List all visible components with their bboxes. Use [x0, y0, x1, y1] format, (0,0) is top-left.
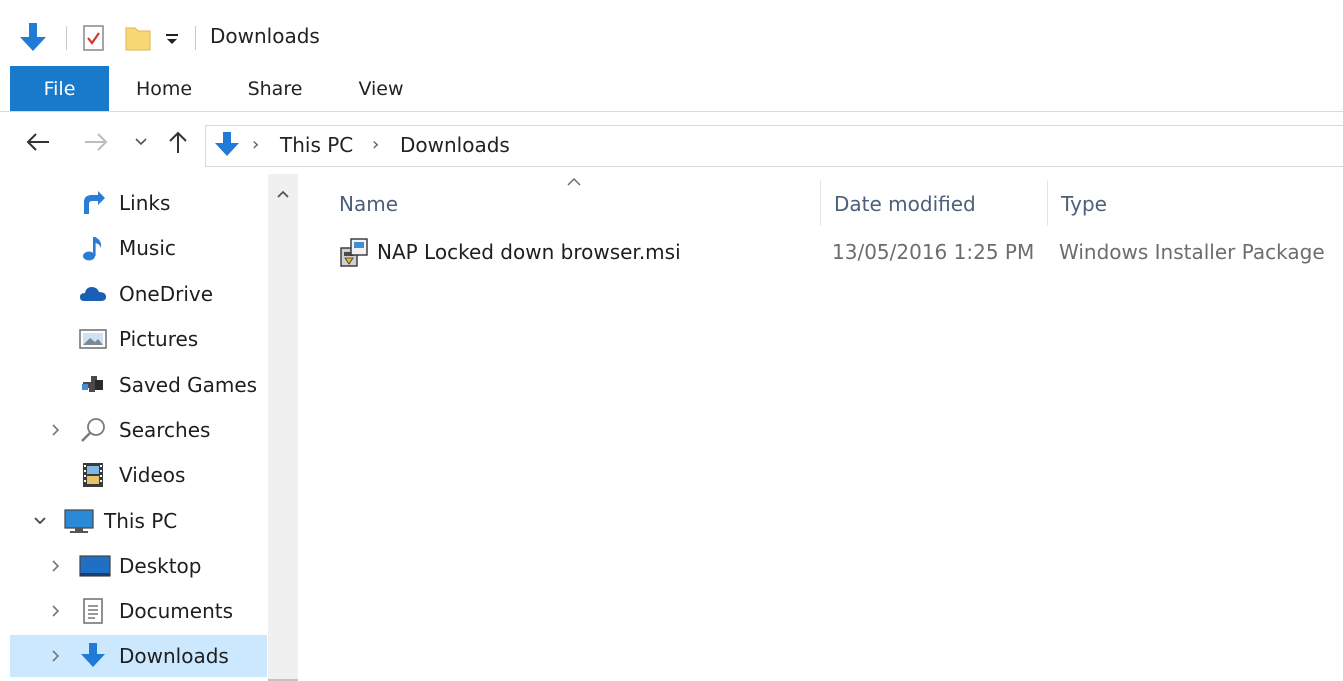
expand-chevron-icon[interactable]: [46, 646, 66, 666]
nav-item-onedrive[interactable]: OneDrive: [10, 273, 267, 315]
back-arrow-icon[interactable]: [22, 126, 54, 158]
videos-icon: [78, 460, 108, 490]
documents-icon: [78, 596, 108, 626]
nav-item-videos[interactable]: Videos: [10, 454, 267, 496]
onedrive-icon: [78, 279, 108, 309]
music-icon: [78, 233, 108, 263]
column-header-date-modified[interactable]: Date modified: [834, 184, 976, 224]
title-bar: Downloads: [0, 0, 1343, 66]
tab-home[interactable]: Home: [122, 66, 206, 111]
new-folder-icon[interactable]: [120, 18, 156, 58]
nav-item-desktop[interactable]: Desktop: [10, 545, 267, 587]
this-pc-icon: [62, 506, 96, 536]
column-divider[interactable]: [1047, 180, 1048, 226]
nav-item-pictures[interactable]: Pictures: [10, 318, 267, 360]
pictures-icon: [78, 324, 108, 354]
collapse-chevron-icon[interactable]: [30, 511, 50, 531]
customize-quick-access-icon[interactable]: [160, 18, 184, 58]
expand-chevron-icon[interactable]: [46, 556, 66, 576]
tab-share[interactable]: Share: [236, 66, 314, 111]
nav-item-links[interactable]: Links: [10, 182, 267, 224]
breadcrumb-downloads[interactable]: Downloads: [400, 130, 510, 160]
breadcrumb-separator-icon: ›: [252, 134, 260, 155]
expand-chevron-icon[interactable]: [46, 420, 66, 440]
window-title: Downloads: [210, 24, 320, 48]
nav-item-this-pc[interactable]: This PC: [10, 500, 267, 542]
address-downloads-icon: [210, 128, 244, 162]
nav-item-downloads[interactable]: Downloads: [10, 635, 267, 677]
nav-item-documents[interactable]: Documents: [10, 590, 267, 632]
column-header-name[interactable]: Name: [339, 184, 398, 224]
desktop-icon: [78, 551, 112, 581]
breadcrumb-this-pc[interactable]: This PC: [280, 130, 353, 160]
searches-icon: [78, 415, 108, 445]
forward-arrow-icon[interactable]: [80, 126, 112, 158]
downloads-arrow-icon[interactable]: [14, 18, 52, 58]
nav-item-saved-games[interactable]: Saved Games: [10, 364, 267, 406]
sort-ascending-icon: [564, 174, 584, 190]
expand-chevron-icon[interactable]: [46, 601, 66, 621]
saved-games-icon: [78, 370, 108, 400]
ribbon-tabs: File Home Share View: [0, 66, 1343, 112]
properties-icon[interactable]: [78, 18, 110, 58]
navigation-pane-scrollbar[interactable]: [268, 174, 298, 681]
tab-view[interactable]: View: [344, 66, 418, 111]
file-name: NAP Locked down browser.msi: [377, 240, 681, 264]
column-header-type[interactable]: Type: [1061, 184, 1107, 224]
table-row[interactable]: NAP Locked down browser.msi 13/05/2016 1…: [335, 232, 1343, 272]
downloads-icon: [78, 641, 108, 671]
file-list: Name Date modified Type NAP Locked down …: [300, 174, 1343, 681]
column-divider[interactable]: [820, 180, 821, 226]
tab-file[interactable]: File: [10, 66, 109, 111]
msi-installer-icon: [339, 236, 371, 268]
nav-item-searches[interactable]: Searches: [10, 409, 267, 451]
file-date-modified: 13/05/2016 1:25 PM: [832, 240, 1035, 264]
links-icon: [78, 188, 108, 218]
up-arrow-icon[interactable]: [162, 126, 194, 158]
navigation-pane: Links Music OneDrive Pictures Saved Game…: [0, 174, 300, 681]
breadcrumb-separator-icon: ›: [372, 134, 380, 155]
file-type: Windows Installer Package: [1059, 240, 1325, 264]
nav-item-music[interactable]: Music: [10, 227, 267, 269]
recent-locations-chevron-icon[interactable]: [128, 126, 154, 158]
scroll-up-arrow-icon[interactable]: [268, 182, 298, 206]
file-explorer-window: Downloads File Home Share View › This PC…: [0, 0, 1343, 681]
